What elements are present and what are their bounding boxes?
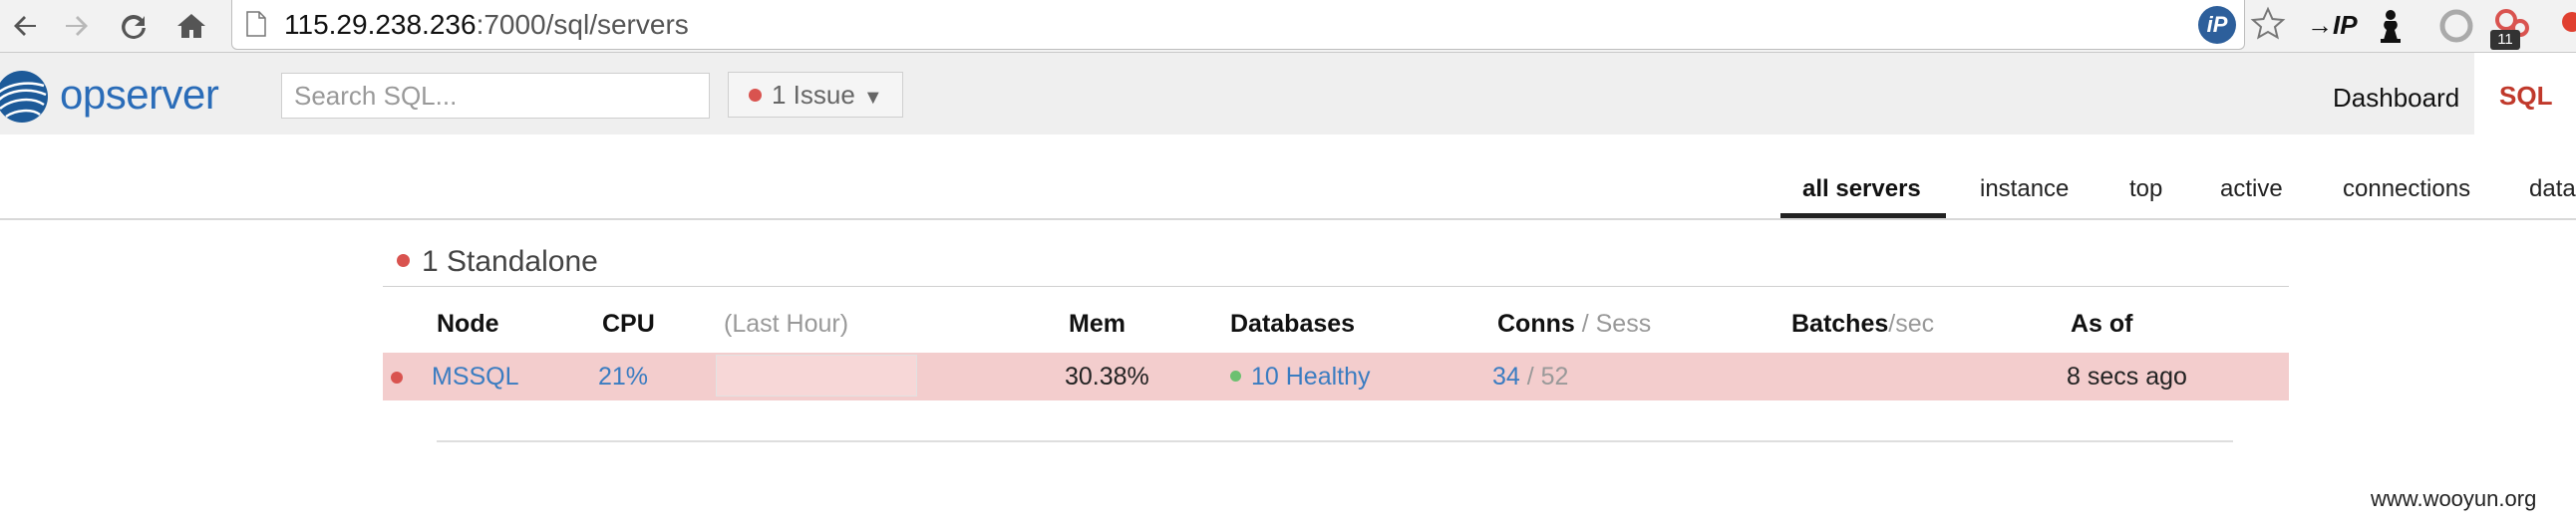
mem-value: 30.38% [1065, 363, 1149, 391]
tab-all-servers[interactable]: all servers [1802, 175, 1921, 203]
tab-top[interactable]: top [2129, 175, 2162, 203]
per-sec-label: /sec [1888, 310, 1935, 338]
page-icon [246, 11, 266, 37]
address-bar[interactable]: 115.29.238.236:7000/sql/servers iP [231, 0, 2286, 50]
cpu-sparkline[interactable] [716, 355, 917, 396]
section-title-text: 1 Standalone [422, 245, 598, 278]
url-text: 115.29.238.236:7000/sql/servers [284, 9, 689, 41]
tab-instance[interactable]: instance [1980, 175, 2069, 203]
issues-dropdown-button[interactable]: 1 Issue ▼ [728, 72, 903, 118]
conns-cell[interactable]: 34 / 52 [1492, 363, 1568, 392]
tab-connections[interactable]: connections [2343, 175, 2470, 203]
section-status-dot [397, 253, 410, 267]
brand-name[interactable]: opserver [60, 71, 219, 119]
url-host: 115.29.238.236 [284, 9, 477, 40]
column-header-as-of[interactable]: As of [2071, 310, 2133, 339]
databases-text: 10 Healthy [1251, 363, 1371, 391]
caret-down-icon: ▼ [862, 87, 883, 109]
watermark: www.wooyun.org [2371, 486, 2537, 511]
cpu-link[interactable]: 21% [598, 363, 648, 392]
browser-toolbar: 115.29.238.236:7000/sql/servers iP →IP 1… [0, 0, 2576, 53]
tabs-divider [0, 218, 2576, 220]
column-header-node[interactable]: Node [437, 310, 499, 339]
back-icon[interactable] [6, 6, 46, 46]
column-header-batches[interactable]: Batches/sec [1791, 310, 1934, 339]
column-header-databases[interactable]: Databases [1230, 310, 1355, 339]
nav-dashboard[interactable]: Dashboard [2333, 83, 2459, 114]
healthy-status-dot [1230, 370, 1241, 382]
url-path: :7000/sql/servers [476, 9, 689, 40]
opserver-logo-icon[interactable] [0, 69, 56, 125]
conns-value: 34 [1492, 363, 1520, 391]
forward-icon[interactable] [56, 6, 96, 46]
column-header-last-hour: (Last Hour) [724, 310, 849, 338]
conns-label: Conns [1497, 310, 1575, 338]
column-header-cpu[interactable]: CPU [602, 310, 655, 339]
extension-badge: 11 [2490, 30, 2520, 50]
section-title: 1 Standalone [397, 245, 598, 279]
batches-label: Batches [1791, 310, 1889, 338]
tab-databases[interactable]: data [2529, 175, 2576, 203]
sess-label: / Sess [1574, 310, 1652, 338]
tab-active[interactable]: active [2220, 175, 2283, 203]
ip-extension-icon[interactable]: iP [2198, 6, 2236, 44]
column-header-mem[interactable]: Mem [1069, 310, 1126, 339]
home-icon[interactable] [171, 6, 211, 46]
node-link[interactable]: MSSQL [432, 363, 519, 392]
search-sql-input[interactable] [281, 73, 710, 119]
section-divider [383, 286, 2289, 287]
node-status-dot [391, 372, 403, 384]
column-header-conns[interactable]: Conns / Sess [1497, 310, 1651, 339]
app-header: opserver 1 Issue ▼ Dashboard SQL [0, 53, 2576, 134]
chess-piece-icon[interactable] [2371, 6, 2411, 46]
as-of-value: 8 secs ago [2067, 363, 2187, 391]
databases-link[interactable]: 10 Healthy [1230, 363, 1371, 392]
circle-extension-icon[interactable] [2436, 6, 2476, 46]
bookmark-star-icon[interactable] [2248, 4, 2288, 44]
partial-extension-icon[interactable] [2554, 6, 2576, 46]
section-bottom-divider [437, 440, 2233, 442]
nav-sql[interactable]: SQL [2474, 53, 2576, 134]
ip-toggle-extension[interactable]: →IP [2307, 10, 2358, 41]
issue-label: 1 Issue [772, 80, 855, 110]
issue-status-dot [749, 88, 762, 102]
reload-icon[interactable] [114, 6, 154, 46]
sess-value: / 52 [1519, 363, 1569, 391]
